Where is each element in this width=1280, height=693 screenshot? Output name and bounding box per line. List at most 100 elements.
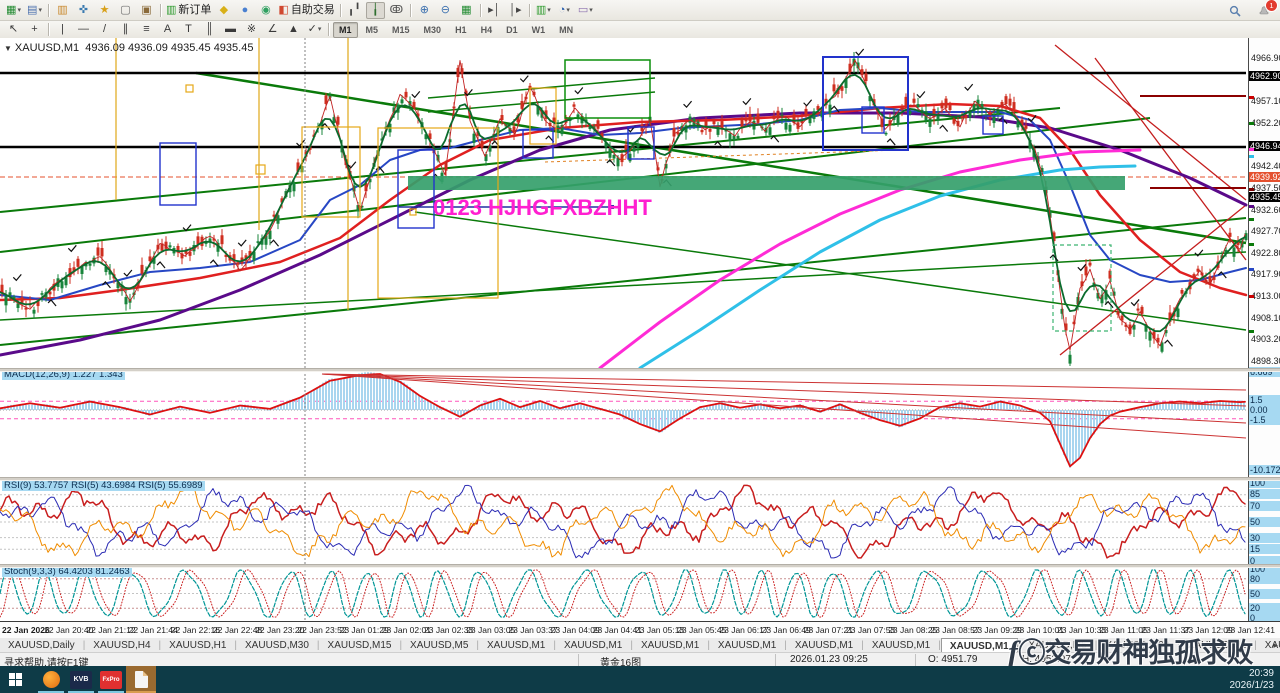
chart-text-annotation[interactable]: 0123 HJHGFXBZHHT [433,195,652,221]
status-datetime: 2026.01.23 09:25 [790,654,868,665]
chart-tab-7[interactable]: XAUUSD,M1 [556,638,630,653]
chart-tab-10[interactable]: XAUUSD,M1 [787,638,861,653]
line-endpoint-mark [1249,268,1254,271]
new-order-button[interactable]: ▥新订单 [165,2,212,19]
new-chart-button[interactable]: ▦▾ [4,2,23,19]
timeframe-m1[interactable]: M1 [333,22,358,38]
data-window-button[interactable]: ▢ [116,2,135,19]
notifications-icon[interactable]: 1 [1254,2,1273,19]
fibonacci-tool[interactable]: ≡ [137,21,156,38]
chart-tab-4[interactable]: XAUUSD,M15 [320,638,400,653]
gann-tool[interactable]: ∠ [263,21,282,38]
timeframe-mn[interactable]: MN [553,22,579,38]
chart-profiles-icon: ▤ [27,5,37,16]
auto-scroll-button[interactable]: ▸│ [485,2,504,19]
dropdown-caret-icon: ▾ [589,7,593,14]
search-icon[interactable] [1225,2,1244,19]
horizontal-line-tool[interactable]: — [74,21,93,38]
history-center-button[interactable]: ▣ [137,2,156,19]
periods-button[interactable]: ◔▾ [555,2,574,19]
cycle-lines-tool[interactable]: ║ [200,21,219,38]
indicators-button[interactable]: ▥▾ [534,2,553,19]
axis-label: 50 [1249,589,1280,599]
market-watch-button[interactable]: ▥ [53,2,72,19]
navigator-button[interactable]: ✜ [74,2,93,19]
shapes-tool[interactable]: ※ [242,21,261,38]
chart-tab-3[interactable]: XAUUSD,M30 [237,638,317,653]
panel-divider[interactable] [0,564,1280,568]
price-chart-canvas[interactable] [0,38,1248,621]
chart-tab-6[interactable]: XAUUSD,M1 [479,638,553,653]
label-tool[interactable]: T [179,21,198,38]
timeframe-h4[interactable]: H4 [475,22,499,38]
collapse-arrow-icon[interactable]: ▼ [4,44,12,53]
axis-label: 20 [1249,603,1280,613]
timeframe-h1[interactable]: H1 [449,22,473,38]
vertical-line-tool[interactable]: | [53,21,72,38]
axis-label: 15 [1249,544,1280,554]
start-button[interactable] [0,666,30,693]
community-button[interactable]: ● [235,2,254,19]
taskbar-app-kvb[interactable]: KVB [66,666,96,693]
favorites-button[interactable]: ★ [95,2,114,19]
auto-trading-button[interactable]: ◧自助交易 [277,2,335,19]
line-endpoint-mark [1249,330,1254,333]
chart-tab-2[interactable]: XAUUSD,H1 [161,638,234,653]
chart-tab-12[interactable]: XAUUSD,M1 [941,638,1018,654]
chart-tab-0[interactable]: XAUUSD,Daily [0,638,83,653]
chart-tab-5[interactable]: XAUUSD,M5 [402,638,476,653]
market-button[interactable]: ◉ [256,2,275,19]
text-tool[interactable]: A [158,21,177,38]
chart-tab-8[interactable]: XAUUSD,M1 [633,638,707,653]
axis-label: 30 [1249,533,1280,543]
line-chart-mode-button[interactable]: ↂ [387,2,406,19]
taskbar-app-browser[interactable] [36,666,66,693]
chart-tab-1[interactable]: XAUUSD,H4 [85,638,158,653]
fibonacci-tool-icon: ≡ [143,24,149,35]
zoom-in-button[interactable]: ⊕ [415,2,434,19]
tile-windows-button[interactable]: ▦ [457,2,476,19]
axis-label: 4935.45 [1249,192,1280,202]
tab-scroll-arrow[interactable]: ▸ [1273,640,1278,651]
axis-label: 0.00 [1249,405,1280,415]
crosshair-tool[interactable]: + [25,21,44,38]
timeframe-d1[interactable]: D1 [500,22,524,38]
channel-tool[interactable]: ∥ [116,21,135,38]
text-tool-icon: A [164,24,171,35]
axis-label: 4962.90 [1249,71,1280,81]
timeframe-m5[interactable]: M5 [360,22,385,38]
zoom-out-button[interactable]: ⊖ [436,2,455,19]
panel-divider[interactable] [0,368,1280,372]
expert-advisors-button[interactable]: ◆ [214,2,233,19]
bar-chart-mode-button[interactable]: ╻╹ [345,2,364,19]
taskbar-clock[interactable]: 20:39 2026/1/23 [1230,668,1275,691]
chart-shift-button[interactable]: │▸ [506,2,525,19]
axis-label: 4952.20 [1251,118,1280,128]
chart-tab-11[interactable]: XAUUSD,M1 [864,638,938,653]
taskbar-app-fxpro[interactable]: FxPro [96,666,126,693]
rectangle-tool[interactable]: ▬ [221,21,240,38]
axis-label: 4898.30 [1251,356,1280,366]
timeframe-w1[interactable]: W1 [526,22,552,38]
rsi-label[interactable]: RSI(9) 53.7757 RSI(5) 43.6984 RSI(5) 55.… [2,480,205,491]
taskbar-app-document[interactable] [126,666,156,693]
new-order-icon: ▥ [166,5,176,16]
line-endpoint-mark [1249,295,1254,298]
windows-taskbar: KVB FxPro 20:39 2026/1/23 [0,666,1280,693]
timeframe-m30[interactable]: M30 [418,22,448,38]
line-endpoint-mark [1249,148,1254,151]
axis-label: 4903.20 [1251,334,1280,344]
mt4-window: ▦▾▤▾▥✜★▢▣▥新订单◆●◉◧自助交易╻╹╽ↂ⊕⊖▦▸││▸▥▾◔▾▭▾ 1… [0,0,1280,693]
more-arrows-tool[interactable]: ✓▾ [305,21,324,38]
candlestick-mode-button[interactable]: ╽ [366,2,385,19]
panel-divider[interactable] [0,477,1280,481]
templates-button[interactable]: ▭▾ [576,2,595,19]
cursor-tool[interactable]: ↖ [4,21,23,38]
chart-tab-9[interactable]: XAUUSD,M1 [710,638,784,653]
chart-profiles-button[interactable]: ▤▾ [25,2,44,19]
arrow-tool[interactable]: ▲ [284,21,303,38]
line-endpoint-mark [1249,188,1254,191]
dropdown-caret-icon: ▾ [38,7,42,14]
trendline-tool[interactable]: / [95,21,114,38]
timeframe-m15[interactable]: M15 [386,22,416,38]
